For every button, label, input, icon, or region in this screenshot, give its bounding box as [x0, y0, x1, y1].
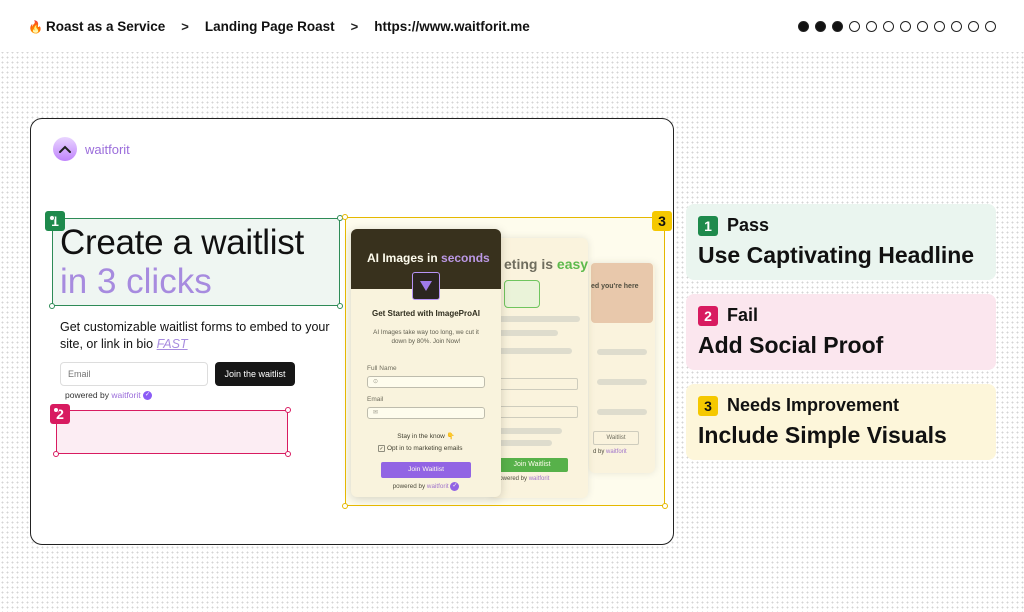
flame-icon: 🔥	[28, 19, 43, 34]
progress-dot[interactable]	[968, 21, 979, 32]
email-input[interactable]	[60, 362, 208, 386]
progress-dot[interactable]	[951, 21, 962, 32]
progress-dot[interactable]	[815, 21, 826, 32]
result-card-needs-improvement[interactable]: 3 Needs Improvement Include Simple Visua…	[686, 384, 996, 460]
result-number-badge: 3	[698, 395, 718, 416]
fast-emphasis: FAST	[156, 337, 188, 351]
verified-icon: ✓	[143, 391, 152, 401]
progress-dot[interactable]	[883, 21, 894, 32]
resize-handle[interactable]	[49, 303, 55, 309]
result-title: Use Captivating Headline	[698, 242, 975, 268]
powered-by: powered by waitforit ✓	[65, 390, 152, 401]
breadcrumb-separator: >	[350, 18, 359, 34]
resize-handle[interactable]	[342, 214, 348, 220]
resize-handle[interactable]	[342, 503, 348, 509]
triangle-icon	[412, 272, 440, 300]
hero-subtext: Get customizable waitlist forms to embed…	[60, 320, 330, 351]
result-number-badge: 2	[698, 305, 718, 326]
result-card-fail[interactable]: 2 Fail Add Social Proof	[686, 294, 996, 370]
resize-handle[interactable]	[53, 451, 59, 457]
landing-page-preview: waitforit 1 Create a waitlist in 3 click…	[30, 118, 674, 545]
progress-dot[interactable]	[866, 21, 877, 32]
logo-text: waitforit	[85, 141, 130, 157]
result-card-pass[interactable]: 1 Pass Use Captivating Headline	[686, 204, 996, 280]
breadcrumb-item-url[interactable]: https://www.waitforit.me	[374, 19, 530, 34]
logo[interactable]: waitforit	[53, 137, 130, 161]
result-number-badge: 1	[698, 215, 718, 236]
resize-handle[interactable]	[285, 451, 291, 457]
breadcrumb-item-roast-service[interactable]: 🔥 Roast as a Service	[28, 19, 165, 34]
hero-headline-line1: Create a waitlist	[60, 223, 304, 262]
logo-icon	[53, 137, 77, 161]
resize-handle[interactable]	[337, 303, 343, 309]
annotation-badge-3: 3	[652, 211, 672, 231]
progress-dot[interactable]	[900, 21, 911, 32]
breadcrumb-separator: >	[181, 18, 189, 34]
hero-headline-line2: in 3 clicks	[60, 262, 212, 301]
result-title: Add Social Proof	[698, 332, 884, 358]
progress-dot[interactable]	[985, 21, 996, 32]
progress-dot[interactable]	[798, 21, 809, 32]
top-bar: 🔥 Roast as a Service > Landing Page Roast…	[0, 0, 1024, 52]
resize-handle[interactable]	[53, 407, 59, 413]
resize-handle[interactable]	[285, 407, 291, 413]
breadcrumb-item-landing-roast[interactable]: Landing Page Roast	[205, 19, 335, 34]
result-status: Needs Improvement	[727, 395, 900, 415]
annotation-box-visuals	[345, 217, 665, 506]
resize-handle[interactable]	[662, 503, 668, 509]
progress-dot[interactable]	[832, 21, 843, 32]
result-status: Pass	[727, 215, 770, 235]
progress-dots	[798, 21, 996, 32]
result-title: Include Simple Visuals	[698, 422, 947, 448]
resize-handle[interactable]	[49, 215, 55, 221]
annotation-box-social-proof	[56, 410, 288, 454]
progress-dot[interactable]	[917, 21, 928, 32]
progress-dot[interactable]	[934, 21, 945, 32]
result-status: Fail	[727, 305, 759, 325]
progress-dot[interactable]	[849, 21, 860, 32]
join-waitlist-button[interactable]: Join the waitlist	[215, 362, 295, 386]
